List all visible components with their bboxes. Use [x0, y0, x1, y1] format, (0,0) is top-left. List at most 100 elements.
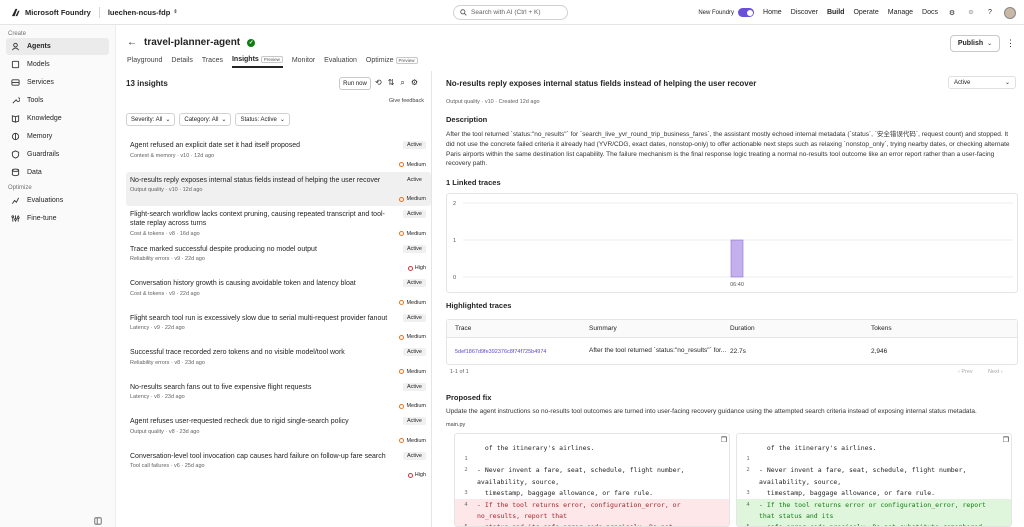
tab-label: Insights [231, 56, 259, 63]
chevron-down-icon: ⌄ [165, 117, 171, 123]
insight-item[interactable]: No-results reply exposes internal status… [126, 171, 431, 206]
tab-monitor[interactable]: Monitor [292, 56, 315, 68]
agent-name: travel-planner-agent [144, 37, 241, 48]
back-arrow-icon[interactable]: ← [127, 37, 137, 48]
history-icon[interactable]: ⟲ [375, 78, 382, 88]
severity-label: Medium [406, 196, 426, 202]
project-selector[interactable]: luechen-ncus-fdp ⇕ [108, 8, 178, 17]
sidebar-section-optimize: Optimize [8, 185, 32, 191]
help-icon[interactable]: ? [985, 8, 995, 18]
insight-meta: Latency · v9 · 22d ago [130, 325, 185, 332]
insight-item[interactable]: Flight search tool run is excessively sl… [126, 310, 431, 345]
diff-line: 4 - If the tool returns error or configur… [737, 498, 1011, 511]
pager-next[interactable]: Next › [988, 369, 1003, 375]
sidebar-item-data[interactable]: Data [6, 164, 109, 181]
category-filter[interactable]: Category: All ⌄ [179, 113, 232, 126]
diff-line: 5 safe error code precisely. Do not subs… [737, 521, 1011, 526]
proposed-fix-text: Update the agent instructions so no-resu… [446, 408, 977, 415]
status-filter[interactable]: Status: Active ⌄ [235, 113, 290, 126]
status-badge: Active [403, 279, 426, 287]
severity-label: High [414, 472, 426, 478]
tab-evaluation[interactable]: Evaluation [324, 56, 357, 68]
filter-label: Severity: All [131, 116, 163, 123]
code-text: no_results, report that [477, 512, 568, 521]
insight-title: No-results reply exposes internal status… [446, 79, 757, 88]
insight-meta: Cost & tokens · v9 · 22d ago [130, 290, 200, 297]
insight-detail-panel: No-results reply exposes internal status… [446, 71, 1024, 527]
status-badge: Active [403, 244, 426, 253]
insight-item[interactable]: Conversation-level tool invocation cap c… [126, 448, 431, 483]
sidebar-item-knowledge[interactable]: Knowledge [6, 110, 109, 127]
feedback-smiley-icon[interactable]: ☺ [966, 8, 976, 18]
table-row[interactable]: 5def1867d9fe392376c8f74f725b4974 After t… [447, 338, 1017, 364]
code-text: - If the tool returns error or configura… [759, 500, 986, 509]
insight-item[interactable]: Agent refuses user-requested recheck due… [126, 413, 431, 448]
diff-line: 3 timestamp, baggage allowance, or fare … [455, 488, 729, 499]
services-icon [11, 79, 20, 86]
tab-label: Traces [201, 57, 223, 64]
insight-item[interactable]: Flight-search workflow lacks context pru… [126, 206, 431, 241]
sidebar-item-tools[interactable]: Tools [6, 92, 109, 109]
collapse-sidebar-icon[interactable] [94, 517, 102, 525]
tab-insights[interactable]: Insights Preview [231, 56, 283, 68]
sidebar-item-models[interactable]: Models [6, 56, 109, 73]
line-number: 4 [464, 501, 468, 508]
sidebar-item-evaluations[interactable]: Evaluations [6, 192, 109, 209]
tab-details[interactable]: Details [171, 56, 192, 68]
nav-build[interactable]: Build [827, 9, 845, 16]
linked-traces-heading: 1 Linked traces [446, 178, 501, 187]
brand[interactable]: Microsoft Foundry [11, 8, 91, 17]
code-text: status and its safe error code precisely… [477, 523, 673, 526]
tab-optimize[interactable]: Optimize Preview [366, 56, 418, 68]
pager-prev[interactable]: ‹ Prev [958, 369, 973, 375]
page-title: ← travel-planner-agent ✓ [127, 37, 256, 48]
insight-item[interactable]: Agent refused an explicit date set it ha… [126, 137, 431, 172]
more-options-icon[interactable]: ⋮ [1006, 38, 1015, 49]
severity-filter[interactable]: Severity: All ⌄ [126, 113, 176, 126]
x-tick-label: 06:40 [730, 282, 744, 288]
copy-icon[interactable]: ❐ [1003, 436, 1009, 444]
sidebar-item-memory[interactable]: Memory [6, 128, 109, 145]
tab-playground[interactable]: Playground [127, 56, 162, 68]
give-feedback-link[interactable]: Give feedback [389, 98, 424, 104]
sidebar-item-label: Evaluations [27, 197, 64, 204]
insight-item[interactable]: No-results search fans out to five expen… [126, 379, 431, 414]
avatar[interactable] [1004, 6, 1016, 19]
sidebar-item-agents[interactable]: Agents [6, 38, 109, 55]
nav-home[interactable]: Home [763, 9, 782, 16]
sidebar-item-fine-tune[interactable]: Fine-tune [6, 210, 109, 227]
nav-manage[interactable]: Manage [888, 9, 913, 16]
nav-operate[interactable]: Operate [853, 9, 878, 16]
tab-bar: Playground Details Traces Insights Previe… [127, 56, 418, 68]
severity-icon [399, 369, 405, 374]
severity-badge: Medium [399, 162, 426, 168]
search-box[interactable]: Search with AI (Ctrl + K) [453, 5, 568, 20]
severity-icon [399, 231, 405, 236]
insight-item[interactable]: Successful trace recorded zero tokens an… [126, 344, 431, 379]
chart-bar[interactable] [730, 239, 744, 278]
settings-gear-icon[interactable]: ⚙ [411, 78, 418, 88]
sidebar-item-label: Services [27, 79, 54, 86]
code-text: - Never invent a fare, seat, schedule, f… [759, 466, 967, 475]
nav-docs[interactable]: Docs [922, 9, 938, 16]
publish-button[interactable]: Publish ⌄ [950, 35, 1000, 52]
run-now-button[interactable]: Run now [339, 77, 371, 90]
shield-icon [11, 150, 20, 159]
sidebar-item-services[interactable]: Services [6, 74, 109, 91]
new-foundry-toggle[interactable] [738, 8, 755, 17]
insight-item[interactable]: Conversation history growth is causing a… [126, 275, 431, 310]
copy-icon[interactable]: ❐ [721, 436, 727, 444]
sort-icon[interactable]: ⇅ [388, 78, 395, 88]
settings-gear-icon[interactable]: ⚙ [947, 8, 957, 18]
tab-traces[interactable]: Traces [202, 56, 223, 68]
table-header: Trace Summary Duration Tokens [447, 320, 1017, 338]
status-dropdown[interactable]: Active ⌄ [948, 76, 1016, 89]
diff-line: availability, source, [737, 476, 1011, 487]
trace-id-link[interactable]: 5def1867d9fe392376c8f74f725b4974 [455, 349, 546, 355]
search-icon[interactable]: ⌕ [400, 78, 404, 88]
status-badge: Active [403, 175, 426, 184]
sidebar-item-guardrails[interactable]: Guardrails [6, 146, 109, 163]
status-badge: Active [403, 348, 426, 356]
nav-discover[interactable]: Discover [791, 9, 818, 16]
insight-item[interactable]: Trace marked successful despite producin… [126, 241, 431, 276]
